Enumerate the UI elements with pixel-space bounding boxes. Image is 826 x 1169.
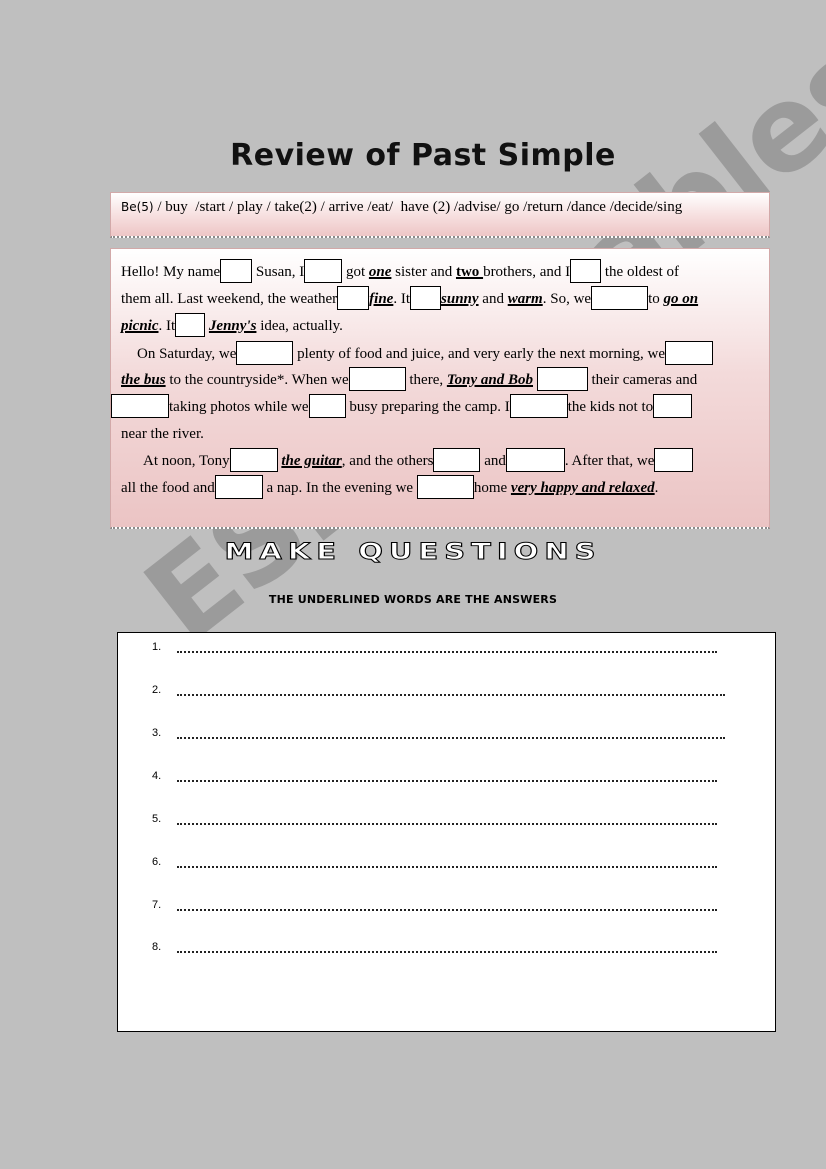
text: home (473, 480, 511, 496)
blank[interactable] (236, 340, 294, 365)
answer-warm: warm (507, 291, 543, 307)
verb-bank: Be(5) / buy /start / play / take(2) / ar… (121, 199, 682, 216)
blank[interactable] (175, 312, 206, 337)
verb-bank-rest: / buy /start / play / take(2) / arrive /… (153, 199, 683, 215)
text: busy preparing the camp. I (345, 399, 510, 415)
answer-go-on-picnic: go on (663, 291, 699, 307)
text: sister and (391, 264, 456, 280)
text: , and the others (341, 453, 434, 469)
blank[interactable] (664, 340, 713, 365)
text: the kids not to (567, 399, 654, 415)
text: . It (393, 291, 411, 307)
text: At noon, Tony (143, 453, 230, 469)
text: idea, actually. (256, 318, 343, 334)
text: a nap. In the evening we (266, 480, 414, 496)
blank[interactable] (591, 285, 649, 310)
instruction: THE UNDERLINED WORDS ARE THE ANSWERS (0, 593, 826, 606)
answer-tony-and-bob: Tony and Bob (446, 372, 533, 388)
answer-very-happy-and-relaxed: very happy and relaxed (510, 480, 655, 496)
questions-box: 1. 2. 3. 4. 5. 6. 7. 8. (117, 632, 776, 1032)
story-line-2: them all. Last weekend, the weather fine.… (121, 285, 699, 310)
text: . It (158, 318, 176, 334)
blank[interactable] (653, 393, 693, 418)
blank[interactable] (348, 366, 406, 391)
text: to the countryside*. When we (165, 372, 349, 388)
text: plenty of food and juice, and very early… (293, 346, 665, 362)
text: there, (405, 372, 447, 388)
answer-line[interactable] (177, 780, 717, 782)
answer-line[interactable] (177, 651, 717, 653)
answer-line[interactable] (177, 866, 717, 868)
blank[interactable] (410, 285, 442, 310)
text: near the river. (121, 426, 204, 442)
make-questions-heading: MAKE QUESTIONS (224, 538, 602, 565)
text: . (654, 480, 659, 496)
text: brothers, and I (483, 264, 571, 280)
blank[interactable] (570, 258, 602, 283)
blank[interactable] (654, 447, 694, 472)
text: got (342, 264, 369, 280)
story-line-7: near the river. (121, 424, 204, 444)
blank[interactable] (308, 393, 346, 418)
answer-line[interactable] (177, 737, 725, 739)
question-number: 5. (152, 813, 162, 825)
answer-one: one (368, 264, 392, 280)
story-line-6: taking photos while we busy preparing th… (111, 393, 693, 418)
answer-fine: fine (369, 291, 394, 307)
question-number: 2. (152, 684, 162, 696)
worksheet-title: Review of Past Simple (0, 138, 826, 173)
text: them all. Last weekend, the weather (121, 291, 338, 307)
blank[interactable] (304, 258, 343, 283)
story-line-1: Hello! My name Susan, I got one sister a… (121, 258, 680, 283)
title-text: Review of Past Simple (230, 138, 616, 173)
blank[interactable] (433, 447, 481, 472)
blank[interactable] (416, 474, 474, 499)
story-box: Hello! My name Susan, I got one sister a… (110, 248, 770, 529)
text: taking photos while we (169, 399, 309, 415)
blank[interactable] (229, 447, 278, 472)
story-line-5: the bus to the countryside*. When we the… (121, 366, 698, 391)
question-number: 4. (152, 770, 162, 782)
text: Hello! My name (121, 264, 221, 280)
text: all the food and (121, 480, 215, 496)
story-line-9: all the food and a nap. In the evening w… (121, 474, 659, 499)
answer-line[interactable] (177, 951, 717, 953)
blank[interactable] (214, 474, 263, 499)
text: . After that, we (564, 453, 655, 469)
text: and (478, 291, 508, 307)
answer-line[interactable] (177, 823, 717, 825)
verb-bank-first: Be(5) (121, 200, 154, 214)
text: the oldest of (601, 264, 680, 280)
question-number: 6. (152, 856, 162, 868)
blank[interactable] (111, 393, 169, 418)
text: their cameras and (591, 372, 698, 388)
text: On Saturday, we (137, 346, 237, 362)
answer-line[interactable] (177, 909, 717, 911)
answer-jennys: Jenny's (208, 318, 257, 334)
blank[interactable] (536, 366, 588, 391)
answer-picnic: picnic (121, 318, 159, 334)
question-number: 8. (152, 941, 162, 953)
blank[interactable] (337, 285, 370, 310)
story-line-4: On Saturday, we plenty of food and juice… (137, 340, 713, 365)
text: . So, we (542, 291, 592, 307)
verb-bank-box: Be(5) / buy /start / play / take(2) / ar… (110, 192, 770, 238)
answer-the-guitar: the guitar (281, 453, 342, 469)
question-number: 3. (152, 727, 162, 739)
text: and (484, 453, 506, 469)
answer-the-bus: the bus (121, 372, 166, 388)
answer-sunny: sunny (441, 291, 479, 307)
story-line-3: picnic. It Jenny's idea, actually. (121, 312, 343, 337)
blank[interactable] (505, 447, 565, 472)
blank[interactable] (509, 393, 568, 418)
blank[interactable] (220, 258, 253, 283)
text: to (648, 291, 664, 307)
question-number: 7. (152, 899, 162, 911)
text: Susan, I (252, 264, 305, 280)
question-number: 1. (152, 641, 162, 653)
instruction-text: THE UNDERLINED WORDS ARE THE ANSWERS (268, 593, 558, 606)
answer-line[interactable] (177, 694, 725, 696)
answer-two: two (455, 264, 484, 280)
story-line-8: At noon, Tony the guitar, and the others… (143, 447, 694, 472)
